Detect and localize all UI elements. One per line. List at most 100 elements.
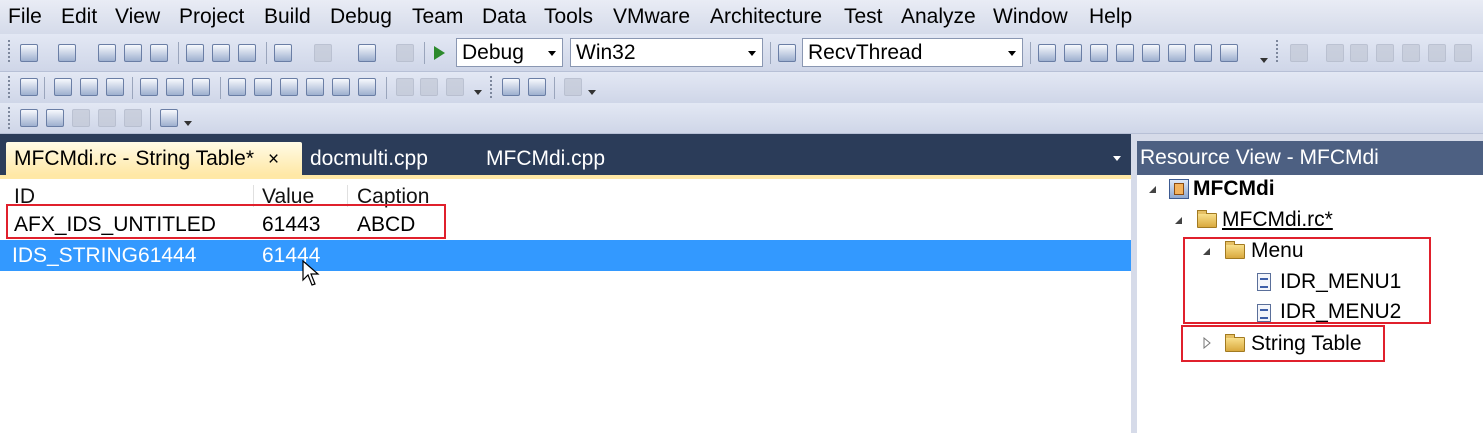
toolbar-grip[interactable]	[8, 76, 13, 98]
menu-project[interactable]: Project	[175, 3, 248, 31]
toolbar-overflow-icon[interactable]	[1260, 58, 1268, 66]
refresh-status-icon[interactable]	[1454, 44, 1472, 62]
menu-test[interactable]: Test	[840, 3, 887, 31]
outdent-icon[interactable]	[420, 78, 438, 96]
toolbar-separator	[150, 108, 151, 130]
toolbar-grip[interactable]	[1276, 40, 1281, 62]
redo-icon[interactable]	[314, 44, 332, 62]
solution-configuration-select[interactable]: Debug	[456, 38, 563, 67]
toolbox-icon[interactable]	[1142, 44, 1160, 62]
menu-vmware[interactable]: VMware	[609, 3, 694, 31]
tab-mfcmdi-cpp[interactable]: MFCMdi.cpp	[478, 142, 638, 175]
tab-string-table[interactable]: MFCMdi.rc - String Table* ×	[6, 142, 302, 175]
collapse-icon[interactable]	[1175, 217, 1182, 224]
toolbar-grip[interactable]	[490, 76, 495, 98]
clean-icon[interactable]	[72, 109, 90, 127]
menu-edit[interactable]: Edit	[57, 3, 101, 31]
window-layout-icon[interactable]	[1220, 44, 1238, 62]
solution-platform-select[interactable]: Win32	[570, 38, 763, 67]
toolbar-grip[interactable]	[8, 40, 13, 62]
step-out-icon[interactable]	[106, 78, 124, 96]
save-all-icon[interactable]	[150, 44, 168, 62]
check-in-icon[interactable]	[1376, 44, 1394, 62]
cut-icon[interactable]	[186, 44, 204, 62]
add-item-icon[interactable]	[58, 44, 76, 62]
close-icon[interactable]: ×	[268, 149, 279, 170]
table-row-selected[interactable]: IDS_STRING61444 61444	[0, 240, 1131, 271]
rebuild-icon[interactable]	[46, 109, 64, 127]
undo-icon[interactable]	[274, 44, 292, 62]
menu-file[interactable]: File	[4, 3, 46, 31]
publish-icon[interactable]	[98, 109, 116, 127]
find-icon[interactable]	[1038, 44, 1056, 62]
toolbar-grip[interactable]	[8, 107, 13, 129]
attach-icon[interactable]	[1290, 44, 1308, 62]
menu-tools[interactable]: Tools	[540, 3, 597, 31]
menu-help[interactable]: Help	[1085, 3, 1136, 31]
save-icon[interactable]	[124, 44, 142, 62]
test-dialog-icon[interactable]	[564, 78, 582, 96]
properties-icon[interactable]	[1090, 44, 1108, 62]
navigate-backward-icon[interactable]	[358, 44, 376, 62]
menu-build[interactable]: Build	[260, 3, 315, 31]
center-vertical-icon[interactable]	[332, 78, 350, 96]
resource-view-title[interactable]: Resource View - MFCMdi	[1137, 141, 1483, 175]
solution-explorer-icon[interactable]	[1064, 44, 1082, 62]
toolbar-separator	[554, 77, 555, 99]
menu-view[interactable]: View	[111, 3, 164, 31]
paste-icon[interactable]	[238, 44, 256, 62]
class-view-icon[interactable]	[1194, 44, 1212, 62]
open-file-icon[interactable]	[98, 44, 116, 62]
toolbar-overflow-icon[interactable]	[474, 90, 482, 98]
breakpoints-icon[interactable]	[166, 78, 184, 96]
deploy-icon[interactable]	[160, 109, 178, 127]
collapse-icon[interactable]	[1149, 186, 1156, 193]
navigate-forward-icon[interactable]	[396, 44, 414, 62]
comment-icon[interactable]	[446, 78, 464, 96]
resource-toolbar	[0, 72, 1483, 104]
start-page-icon[interactable]	[1168, 44, 1186, 62]
dialog-editor-icon[interactable]	[20, 78, 38, 96]
tree-node-project[interactable]: MFCMdi	[1193, 174, 1275, 204]
project-icon	[1169, 179, 1189, 199]
object-browser-icon[interactable]	[1116, 44, 1134, 62]
tab-docmulti-cpp[interactable]: docmulti.cpp	[302, 142, 462, 175]
menu-team[interactable]: Team	[408, 3, 467, 31]
step-into-icon[interactable]	[54, 78, 72, 96]
guides-icon[interactable]	[528, 78, 546, 96]
toggle-breakpoint-icon[interactable]	[140, 78, 158, 96]
annotation-highlight-string-table	[1181, 325, 1385, 362]
toolbar-overflow-icon[interactable]	[588, 90, 596, 98]
step-over-icon[interactable]	[80, 78, 98, 96]
undo-checkout-icon[interactable]	[1428, 44, 1446, 62]
find-in-files-icon[interactable]	[778, 44, 796, 62]
history-icon[interactable]	[1402, 44, 1420, 62]
new-project-icon[interactable]	[20, 44, 38, 62]
copy-icon[interactable]	[212, 44, 230, 62]
toolbar-separator	[386, 77, 387, 99]
align-top-icon[interactable]	[280, 78, 298, 96]
menu-architecture[interactable]: Architecture	[706, 3, 826, 31]
platform-value: Win32	[576, 41, 636, 64]
indent-icon[interactable]	[396, 78, 414, 96]
menu-debug[interactable]: Debug	[326, 3, 396, 31]
tree-node-rc-file[interactable]: MFCMdi.rc*	[1222, 205, 1333, 235]
tab-list-dropdown-icon[interactable]	[1113, 156, 1121, 161]
build-icon[interactable]	[20, 109, 38, 127]
grid-icon[interactable]	[502, 78, 520, 96]
menu-data[interactable]: Data	[478, 3, 530, 31]
annotation-highlight-menu	[1183, 237, 1431, 324]
align-right-icon[interactable]	[254, 78, 272, 96]
watch-icon[interactable]	[192, 78, 210, 96]
menu-analyze[interactable]: Analyze	[897, 3, 980, 31]
check-out-icon[interactable]	[1350, 44, 1368, 62]
align-bottom-icon[interactable]	[306, 78, 324, 96]
center-horizontal-icon[interactable]	[358, 78, 376, 96]
align-left-icon[interactable]	[228, 78, 246, 96]
cancel-build-icon[interactable]	[124, 109, 142, 127]
menu-window[interactable]: Window	[989, 3, 1072, 31]
find-combo[interactable]: RecvThread	[802, 38, 1023, 67]
source-control-icon[interactable]	[1326, 44, 1344, 62]
toolbar-overflow-icon[interactable]	[184, 121, 192, 129]
start-debugging-icon[interactable]	[434, 46, 445, 60]
